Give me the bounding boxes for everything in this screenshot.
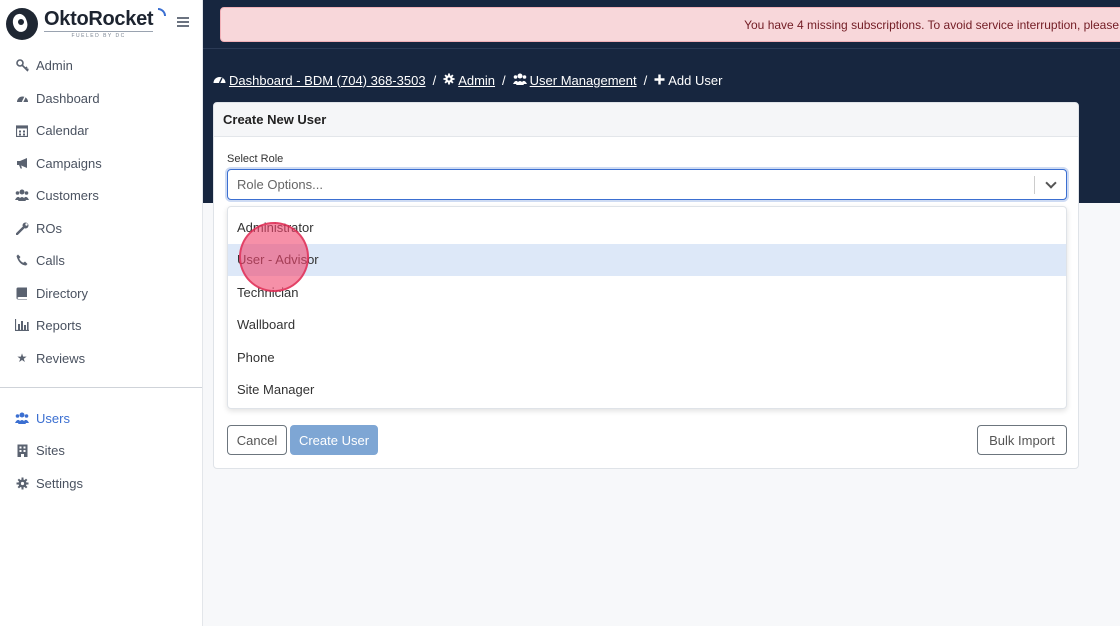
sidebar-item-calls[interactable]: Calls [0,244,202,276]
sidebar-item-dashboard[interactable]: Dashboard [0,82,202,114]
tachometer-icon [213,73,226,87]
brand-tagline: FUELED BY DC [44,31,154,39]
role-option-technician[interactable]: Technician [228,276,1066,309]
calendar-icon [15,123,29,137]
sidebar-item-label: Directory [36,285,89,301]
bullhorn-icon [15,156,29,170]
role-option-wallboard[interactable]: Wallboard [228,309,1066,342]
sidebar-item-campaigns[interactable]: Campaigns [0,147,202,179]
create-user-card: Create New User Select Role Role Options… [213,102,1079,469]
breadcrumb: Dashboard - BDM (704) 368-3503 / Admin /… [213,71,722,89]
chevron-down-icon[interactable] [1045,177,1057,189]
sidebar-item-label: Calendar [36,122,89,138]
sidebar-item-label: Reports [36,317,82,333]
star-icon: ★ [16,351,28,365]
breadcrumb-separator: / [643,72,648,88]
book-icon [15,286,29,300]
sidebar-item-label: Sites [36,442,65,458]
bulk-import-button[interactable]: Bulk Import [977,425,1067,455]
role-select[interactable]: Role Options... [227,169,1067,200]
cancel-button[interactable]: Cancel [227,425,287,455]
plus-icon [654,72,665,88]
bar-chart-icon [15,318,29,332]
sidebar-item-settings[interactable]: Settings [0,467,202,499]
role-option-user-advisor[interactable]: User - Advisor [228,243,1066,276]
sidebar-divider [0,387,202,388]
users-icon [15,411,29,425]
subscription-alert: You have 4 missing subscriptions. To avo… [220,7,1120,42]
sidebar-item-label: Calls [36,252,65,268]
breadcrumb-admin[interactable]: Admin [443,73,495,88]
role-option-site-manager[interactable]: Site Manager [228,374,1066,407]
sidebar-item-customers[interactable]: Customers [0,179,202,211]
breadcrumb-dashboard-label: Dashboard - BDM (704) 368-3503 [229,72,426,88]
role-options-menu: Administrator User - Advisor Technician … [227,206,1067,409]
phone-icon [15,253,29,267]
header-divider [203,48,1120,49]
wrench-icon [15,221,29,235]
create-user-button[interactable]: Create User [290,425,378,455]
sidebar-item-admin[interactable]: Admin [0,49,202,81]
users-icon [15,188,29,202]
sidebar-item-reviews[interactable]: ★ Reviews [0,342,202,374]
breadcrumb-admin-label: Admin [458,72,496,88]
breadcrumb-dashboard[interactable]: Dashboard - BDM (704) 368-3503 [213,73,426,88]
select-indicator-separator [1034,176,1035,194]
key-icon [15,58,29,72]
sidebar-item-label: Campaigns [36,155,102,171]
octopus-logo-icon [6,8,38,40]
sidebar-item-reports[interactable]: Reports [0,309,202,341]
sidebar-item-users[interactable]: Users [0,402,202,434]
breadcrumb-user-management[interactable]: User Management [512,72,637,88]
sidebar-item-directory[interactable]: Directory [0,277,202,309]
sidebar-item-label: Reviews [36,350,86,366]
tachometer-icon [15,91,29,105]
sidebar-item-calendar[interactable]: Calendar [0,114,202,146]
gear-icon [15,476,29,490]
sidebar-item-ros[interactable]: ROs [0,212,202,244]
breadcrumb-separator: / [502,72,506,88]
card-title: Create New User [214,103,1078,137]
brand-text: OktoRocket FUELED BY DC [44,8,154,39]
sidebar-item-label: Users [36,410,70,426]
alert-text: You have 4 missing subscriptions. To avo… [744,17,1119,32]
role-option-phone[interactable]: Phone [228,341,1066,374]
gear-icon [443,72,455,88]
breadcrumb-separator: / [432,72,437,88]
users-icon [512,73,527,88]
role-option-administrator[interactable]: Administrator [228,211,1066,244]
sidebar-item-label: ROs [36,220,62,236]
sidebar-item-label: Customers [36,187,99,203]
sidebar-item-sites[interactable]: Sites [0,434,202,466]
sidebar: OktoRocket FUELED BY DC Admin Dashboard … [0,0,203,626]
breadcrumb-current: Add User [654,72,722,88]
brand-logo[interactable]: OktoRocket FUELED BY DC [0,0,202,48]
brand-name: OktoRocket [44,8,154,30]
select-role-label: Select Role [227,153,284,165]
hamburger-menu-icon[interactable] [177,16,189,28]
building-icon [15,443,29,457]
sidebar-item-label: Dashboard [36,90,100,106]
sidebar-item-label: Settings [36,475,83,491]
role-select-placeholder: Role Options... [237,177,323,192]
sidebar-item-label: Admin [36,57,73,73]
breadcrumb-current-label: Add User [668,72,723,88]
breadcrumb-user-management-label: User Management [529,72,637,88]
